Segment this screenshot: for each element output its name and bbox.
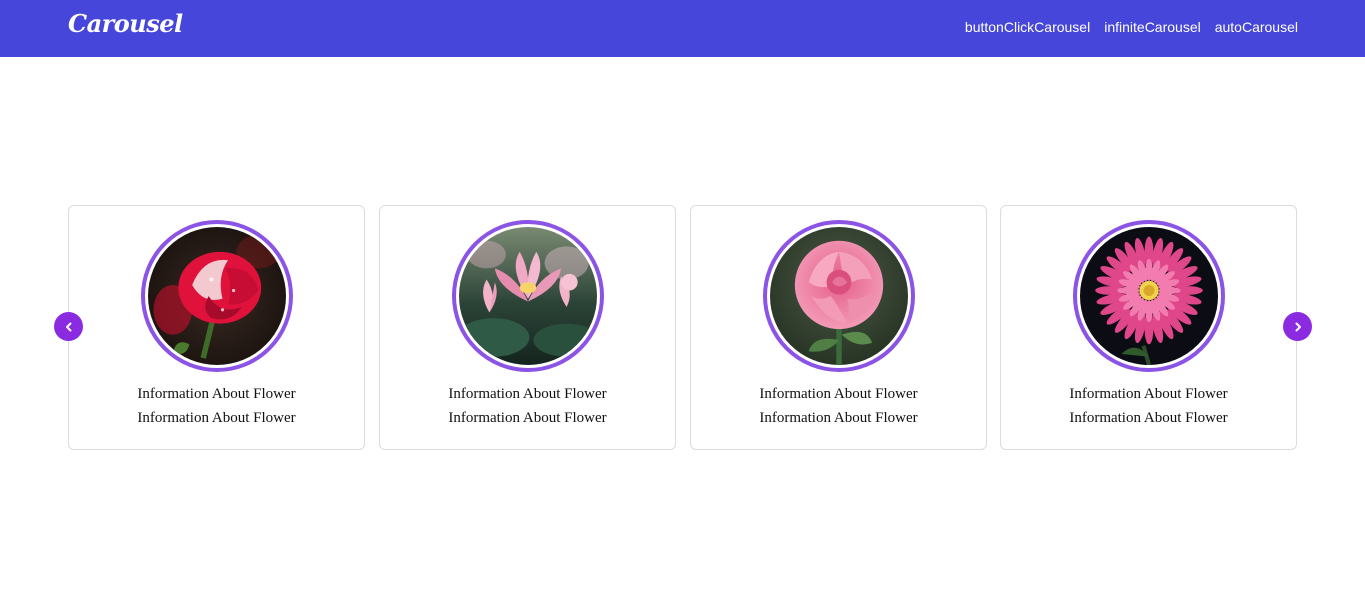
flower-photo-frame (451, 220, 604, 372)
chevron-left-icon (65, 322, 71, 331)
chevron-right-icon (1295, 322, 1301, 331)
card-info-line-1: Information About Flower (448, 386, 607, 402)
flower-photo-frame (762, 220, 915, 372)
nav-link-infinite-carousel[interactable]: infiniteCarousel (1104, 19, 1201, 35)
card-info-line-1: Information About Flower (1069, 386, 1228, 402)
flower-photo-frame (1072, 220, 1225, 372)
carousel-card: Information About Flower Information Abo… (1000, 205, 1297, 450)
carousel-card: Information About Flower Information Abo… (690, 205, 987, 450)
nav-link-button-click-carousel[interactable]: buttonClickCarousel (965, 19, 1090, 35)
card-info-line-2: Information About Flower (759, 410, 918, 426)
carousel-next-button[interactable] (1283, 312, 1312, 341)
card-info-line-2: Information About Flower (137, 410, 296, 426)
brand-logo[interactable]: Carousel (68, 9, 183, 38)
nav-link-auto-carousel[interactable]: autoCarousel (1215, 19, 1298, 35)
flower-photo-frame (140, 220, 293, 372)
carousel-prev-button[interactable] (54, 312, 83, 341)
card-info-line-1: Information About Flower (137, 386, 296, 402)
flower-photo (147, 227, 286, 365)
nav-links: buttonClickCarousel infiniteCarousel aut… (965, 19, 1298, 35)
card-info-line-2: Information About Flower (1069, 410, 1228, 426)
flower-photo (458, 227, 597, 365)
carousel-card: Information About Flower Information Abo… (68, 205, 365, 450)
flower-photo (1079, 227, 1218, 365)
navbar: Carousel buttonClickCarousel infiniteCar… (0, 0, 1365, 57)
card-info-line-1: Information About Flower (759, 386, 918, 402)
carousel-card: Information About Flower Information Abo… (379, 205, 676, 450)
flower-photo (769, 227, 908, 365)
carousel: Information About Flower Information Abo… (0, 205, 1365, 450)
card-info-line-2: Information About Flower (448, 410, 607, 426)
